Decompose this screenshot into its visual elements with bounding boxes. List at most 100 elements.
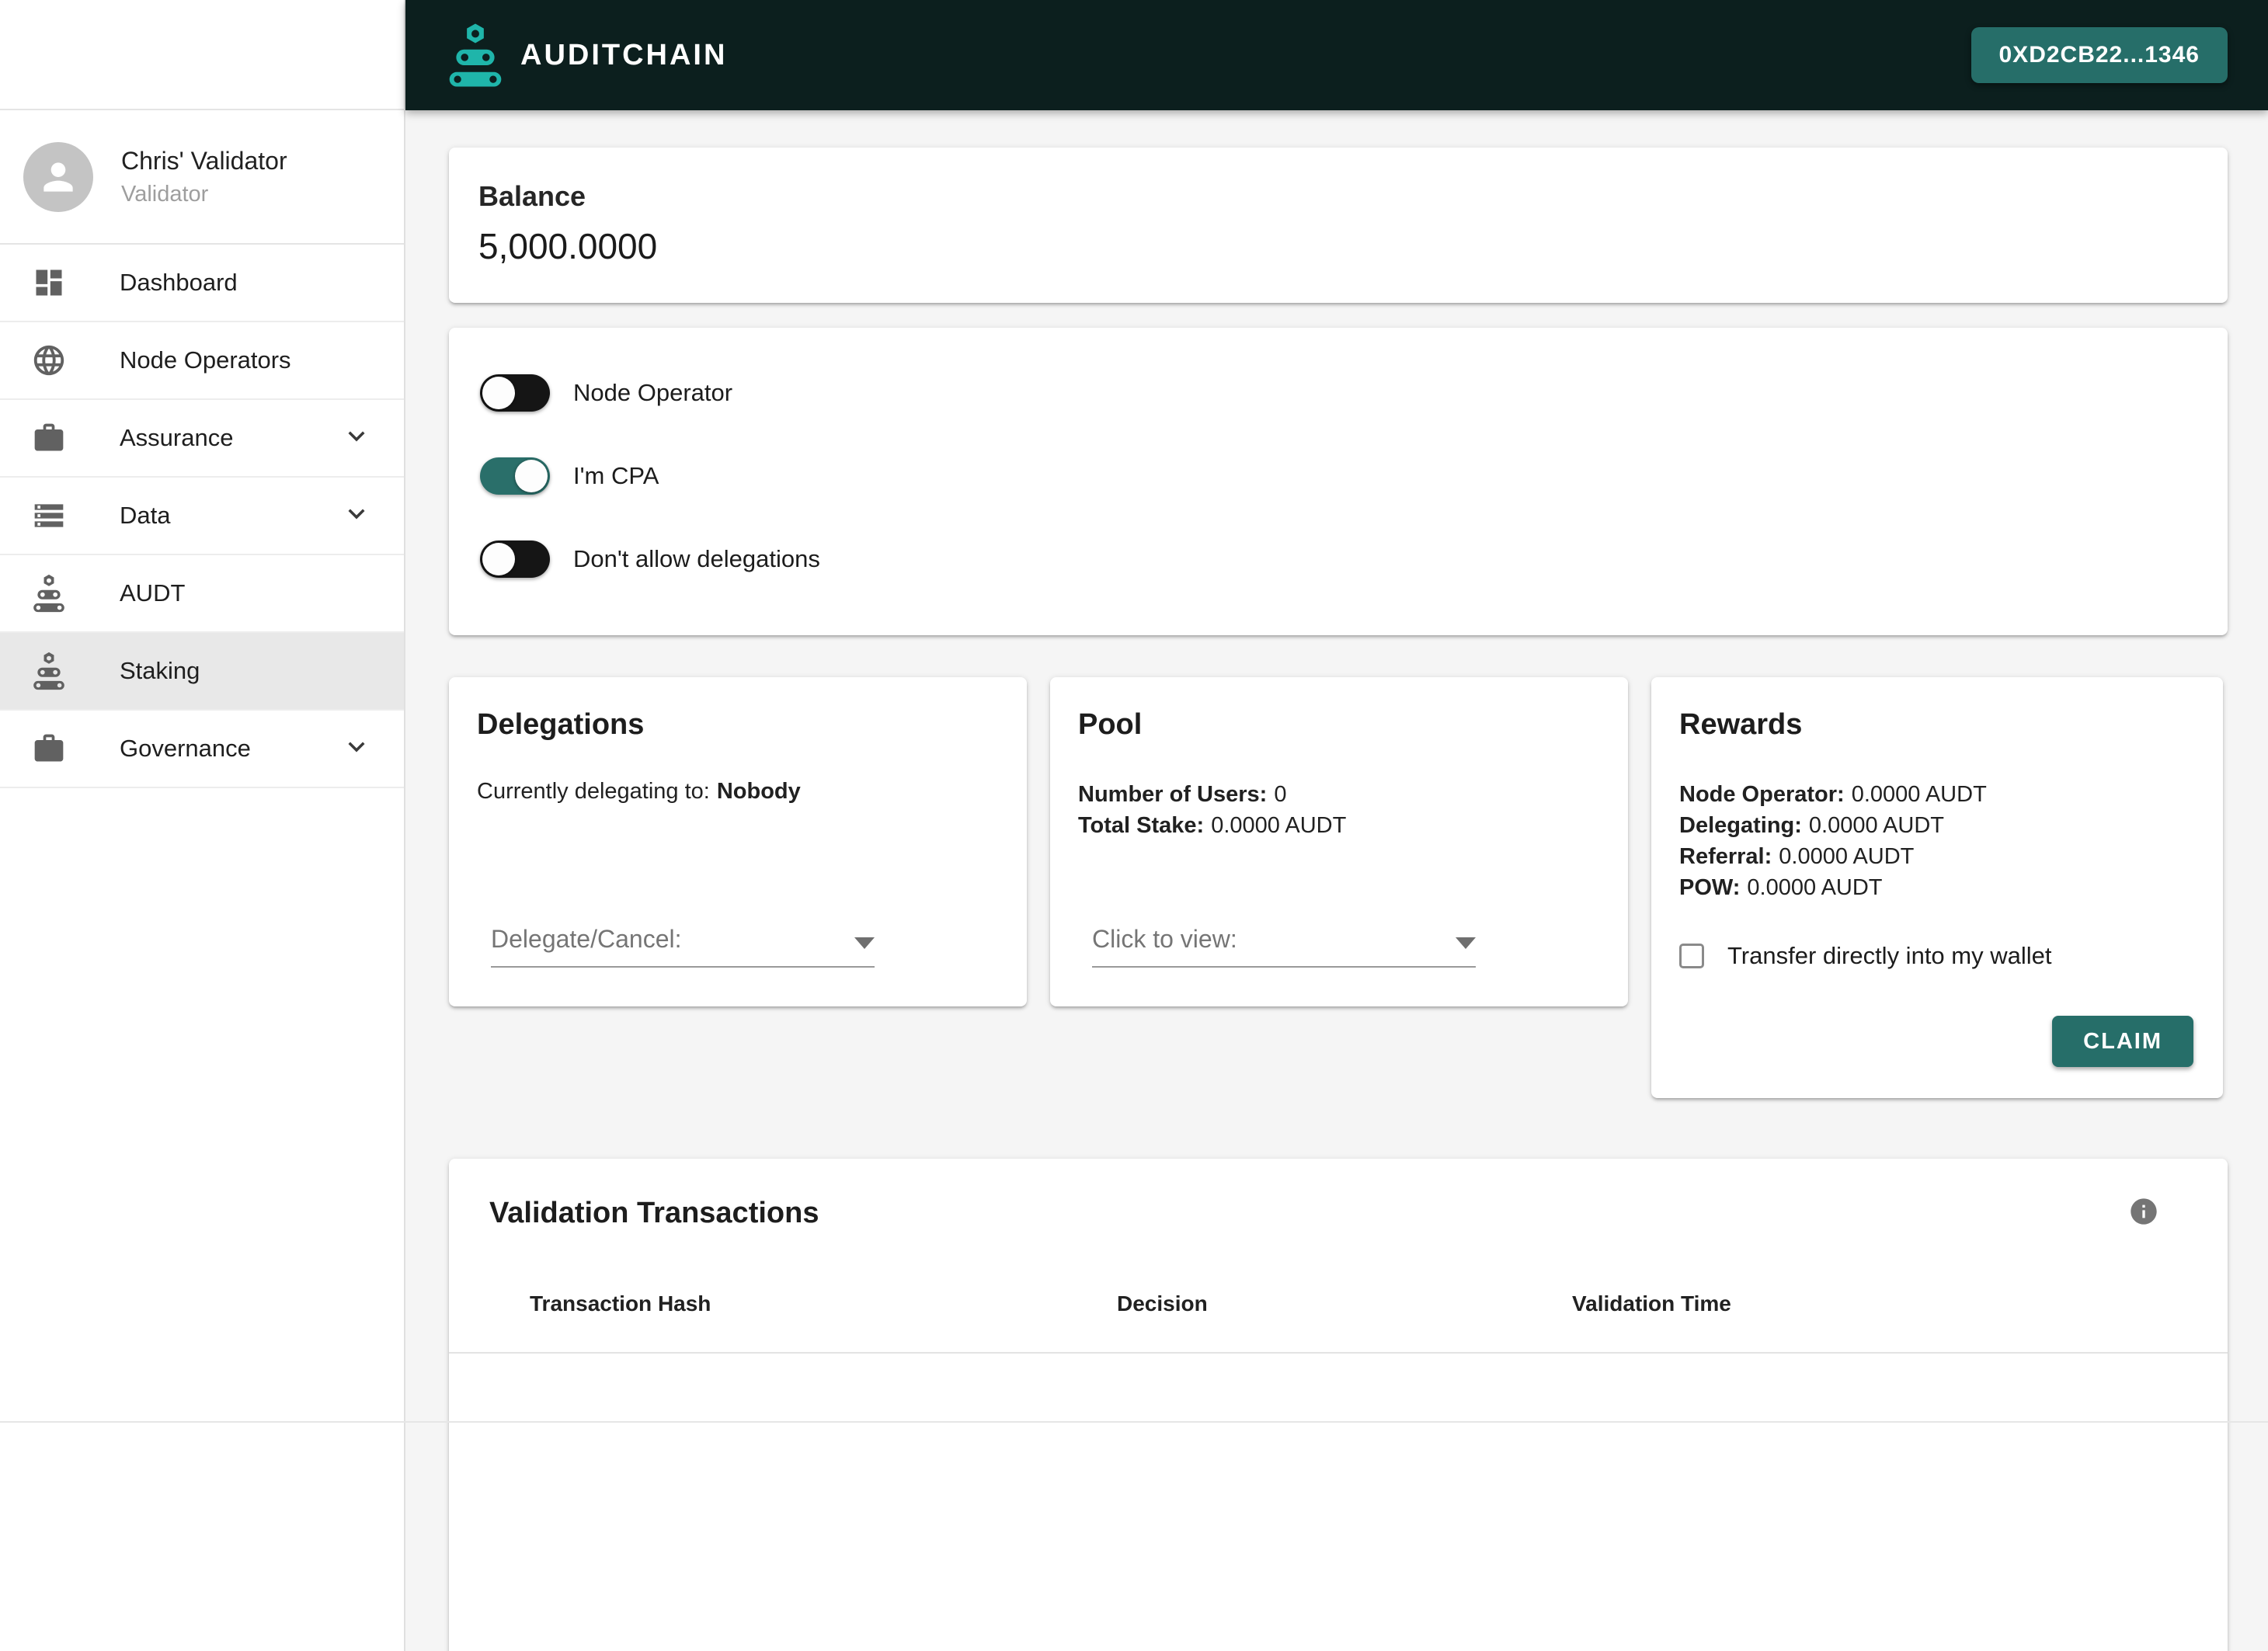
dropdown-arrow-icon bbox=[854, 937, 875, 949]
stat-label: Total Stake: bbox=[1078, 813, 1205, 838]
transfer-checkbox-row: Transfer directly into my wallet bbox=[1679, 942, 2195, 970]
brand-name: AUDITCHAIN bbox=[520, 38, 728, 71]
rewards-stats: Node Operator: 0.0000 AUDT Delegating: 0.0… bbox=[1679, 779, 2195, 903]
stat-label: Node Operator: bbox=[1679, 782, 1845, 807]
stat-value: 0.0000 AUDT bbox=[1211, 813, 1347, 838]
sidebar: Chris' Validator Validator Dashboard Nod… bbox=[0, 0, 405, 1651]
im-cpa-toggle[interactable] bbox=[480, 457, 550, 495]
stat-value: 0.0000 AUDT bbox=[1779, 844, 1915, 869]
pool-view-select[interactable]: Click to view: bbox=[1092, 925, 1476, 968]
delegations-title: Delegations bbox=[477, 708, 645, 741]
pool-stat-total-stake: Total Stake: 0.0000 AUDT bbox=[1078, 810, 1600, 841]
sidebar-item-dashboard[interactable]: Dashboard bbox=[0, 245, 404, 322]
column-header-transaction-hash: Transaction Hash bbox=[530, 1291, 711, 1316]
rewards-title: Rewards bbox=[1679, 708, 1803, 741]
person-icon bbox=[43, 162, 73, 192]
auditchain-icon bbox=[31, 652, 67, 690]
sidebar-item-data[interactable]: Data bbox=[0, 478, 404, 555]
toggle-knob bbox=[482, 377, 515, 409]
sidebar-item-label: Dashboard bbox=[120, 269, 238, 296]
balance-card: Balance 5,000.0000 bbox=[449, 148, 2228, 303]
user-name: Chris' Validator bbox=[121, 146, 287, 175]
settings-card: Node Operator I'm CPA Don't allow delega… bbox=[449, 328, 2228, 635]
column-header-validation-time: Validation Time bbox=[1572, 1291, 1731, 1316]
main-content: Balance 5,000.0000 Node Operator I'm CPA… bbox=[405, 110, 2268, 1651]
sidebar-item-assurance[interactable]: Assurance bbox=[0, 400, 404, 478]
auditchain-icon bbox=[31, 574, 67, 613]
stat-label: Delegating: bbox=[1679, 813, 1802, 838]
pool-stats: Number of Users: 0 Total Stake: 0.0000 AUD… bbox=[1078, 779, 1600, 841]
sidebar-item-audt[interactable]: AUDT bbox=[0, 555, 404, 633]
briefcase-icon bbox=[31, 420, 67, 456]
select-placeholder: Click to view: bbox=[1092, 925, 1237, 953]
balance-value: 5,000.0000 bbox=[478, 226, 658, 266]
stat-label: Referral: bbox=[1679, 844, 1772, 869]
delegations-card: Delegations Currently delegating to: Nobo… bbox=[449, 677, 1027, 1006]
sidebar-item-node-operators[interactable]: Node Operators bbox=[0, 322, 404, 400]
dashboard-icon bbox=[31, 265, 67, 301]
chevron-down-icon bbox=[340, 498, 373, 534]
claim-button[interactable]: CLAIM bbox=[2052, 1016, 2193, 1067]
delegating-label: Currently delegating to: bbox=[477, 779, 710, 804]
transfer-wallet-checkbox[interactable] bbox=[1679, 944, 1704, 968]
sidebar-item-governance[interactable]: Governance bbox=[0, 711, 404, 788]
select-placeholder: Delegate/Cancel: bbox=[491, 925, 682, 953]
toggle-label: Don't allow delegations bbox=[573, 545, 820, 572]
reward-stat-node-operator: Node Operator: 0.0000 AUDT bbox=[1679, 779, 2195, 810]
avatar bbox=[23, 141, 93, 212]
im-cpa-toggle-row: I'm CPA bbox=[480, 457, 2197, 495]
user-text: Chris' Validator Validator bbox=[121, 147, 287, 207]
validation-transactions-card: Validation Transactions Transaction Hash… bbox=[449, 1159, 2228, 1651]
stat-value: 0.0000 AUDT bbox=[1851, 782, 1987, 807]
toggle-label: Node Operator bbox=[573, 379, 733, 406]
toggle-knob bbox=[482, 543, 515, 575]
user-profile: Chris' Validator Validator bbox=[0, 110, 404, 245]
sidebar-item-label: AUDT bbox=[120, 579, 186, 607]
briefcase-icon bbox=[31, 731, 67, 766]
storage-icon bbox=[31, 498, 67, 534]
transfer-wallet-checkbox-label: Transfer directly into my wallet bbox=[1727, 942, 2052, 969]
pool-card: Pool Number of Users: 0 Total Stake: 0.000… bbox=[1050, 677, 1628, 1006]
sidebar-item-label: Assurance bbox=[120, 424, 234, 451]
dont-allow-delegations-toggle[interactable] bbox=[480, 540, 550, 578]
user-role: Validator bbox=[121, 181, 209, 207]
stat-value: 0.0000 AUDT bbox=[1747, 875, 1883, 900]
rewards-card: Rewards Node Operator: 0.0000 AUDT Delega… bbox=[1651, 677, 2223, 1098]
cards-row: Delegations Currently delegating to: Nobo… bbox=[449, 677, 2228, 1098]
dont-allow-delegations-toggle-row: Don't allow delegations bbox=[480, 540, 2197, 578]
toggle-knob bbox=[515, 460, 548, 492]
sidebar-item-label: Governance bbox=[120, 735, 251, 762]
info-icon[interactable] bbox=[2128, 1196, 2159, 1231]
reward-stat-pow: POW: 0.0000 AUDT bbox=[1679, 872, 2195, 903]
brand: AUDITCHAIN bbox=[447, 23, 727, 88]
sidebar-item-staking[interactable]: Staking bbox=[0, 633, 404, 711]
stat-label: Number of Users: bbox=[1078, 782, 1268, 807]
pool-title: Pool bbox=[1078, 708, 1143, 741]
sidebar-item-label: Staking bbox=[120, 657, 200, 684]
sidebar-item-label: Data bbox=[120, 502, 171, 529]
node-operator-toggle[interactable] bbox=[480, 374, 550, 412]
sidebar-item-label: Node Operators bbox=[120, 346, 291, 374]
transactions-table-header: Transaction Hash Decision Validation Tim… bbox=[449, 1291, 2228, 1354]
chevron-down-icon bbox=[340, 731, 373, 767]
stat-label: POW: bbox=[1679, 875, 1741, 900]
node-operator-toggle-row: Node Operator bbox=[480, 374, 2197, 412]
chevron-down-icon bbox=[340, 420, 373, 457]
page-divider bbox=[0, 1421, 2268, 1423]
stat-value: 0 bbox=[1274, 782, 1287, 807]
column-header-decision: Decision bbox=[1117, 1291, 1208, 1316]
delegating-line: Currently delegating to: Nobody bbox=[477, 779, 999, 805]
stat-value: 0.0000 AUDT bbox=[1808, 813, 1945, 838]
transactions-title: Validation Transactions bbox=[489, 1197, 819, 1229]
auditchain-logo-icon bbox=[449, 23, 502, 87]
app-header: AUDITCHAIN 0XD2CB22...1346 bbox=[405, 0, 2268, 110]
transactions-header-row: Validation Transactions bbox=[449, 1196, 2228, 1231]
toggle-label: I'm CPA bbox=[573, 462, 659, 489]
reward-stat-delegating: Delegating: 0.0000 AUDT bbox=[1679, 810, 2195, 841]
delegate-cancel-select[interactable]: Delegate/Cancel: bbox=[491, 925, 875, 968]
delegating-value: Nobody bbox=[716, 779, 801, 804]
pool-stat-users: Number of Users: 0 bbox=[1078, 779, 1600, 810]
balance-title: Balance bbox=[478, 180, 586, 212]
wallet-address-button[interactable]: 0XD2CB22...1346 bbox=[1971, 27, 2228, 83]
reward-stat-referral: Referral: 0.0000 AUDT bbox=[1679, 841, 2195, 872]
